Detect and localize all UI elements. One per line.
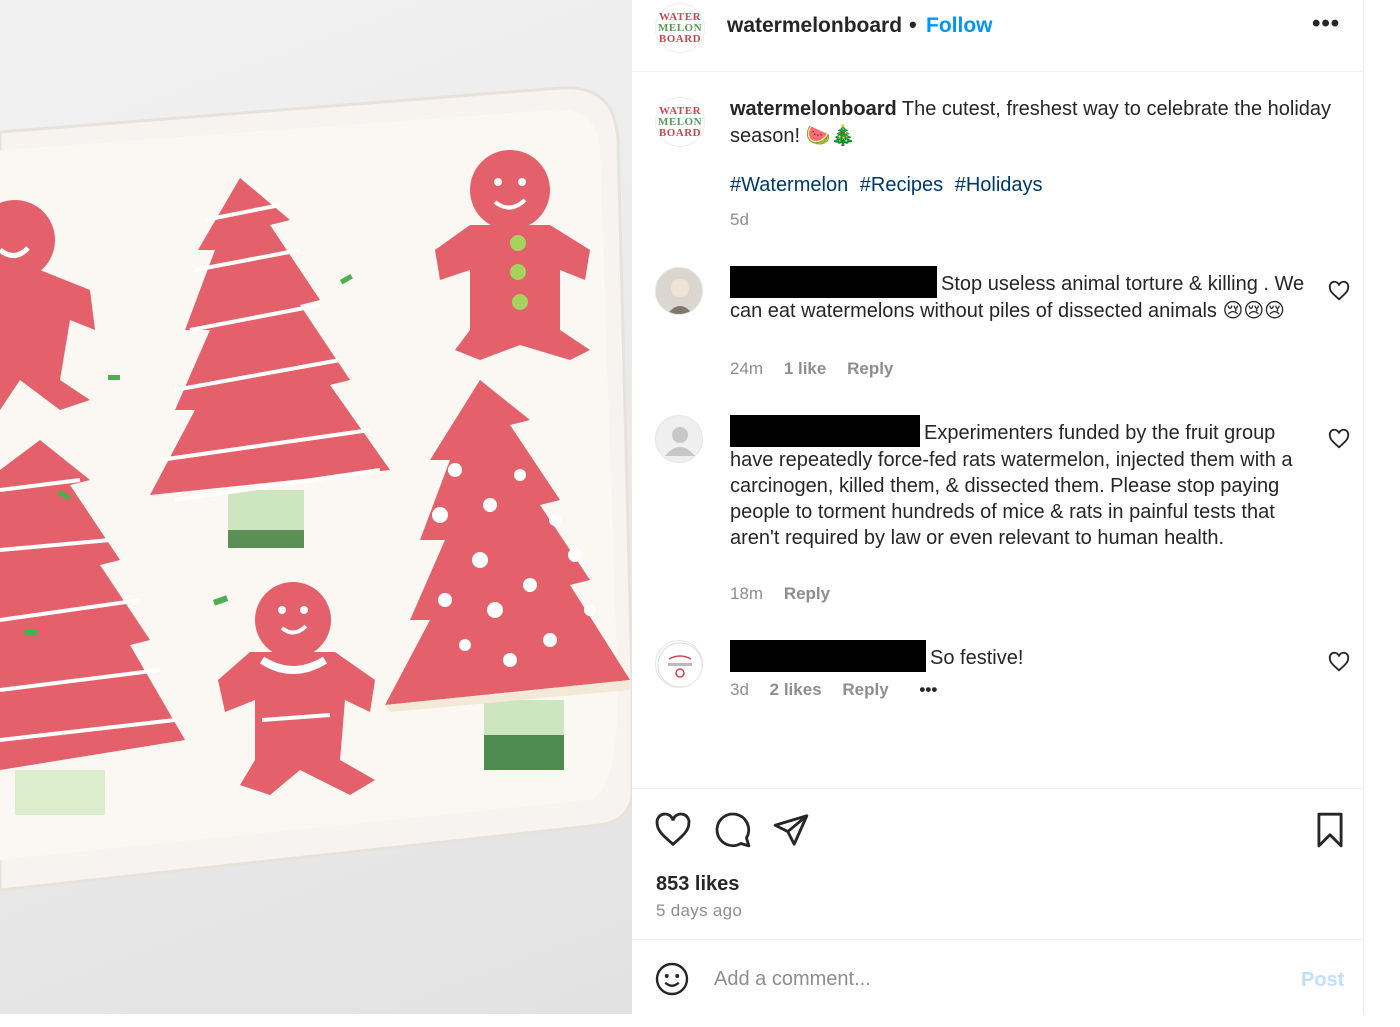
add-comment-bar: Post [632,941,1364,1014]
like-heart-icon[interactable] [654,811,692,849]
reply-button[interactable]: Reply [847,359,893,378]
comment-likes[interactable]: 2 likes [770,680,822,699]
bookmark-icon[interactable] [1311,811,1349,849]
hashtag-link[interactable]: #Recipes [860,174,943,196]
redacted-username [730,640,926,672]
comment-like-heart-icon[interactable] [1328,280,1350,302]
redacted-username [730,415,920,447]
follow-button[interactable]: Follow [926,14,993,38]
comment-meta: 3d 2 likes Reply ••• [730,680,953,700]
comment-text: So festive! [930,647,1024,669]
comment-like-heart-icon[interactable] [1328,651,1350,673]
hashtag-link[interactable]: #Holidays [955,174,1043,196]
reply-button[interactable]: Reply [842,680,888,699]
post-comment-button[interactable]: Post [1301,969,1344,992]
logo-text-2: MELON [657,115,703,128]
author-avatar[interactable]: WATER MELON BOARD [655,3,705,53]
comment-body: Experimenters funded by the fruit group … [730,415,1308,551]
comment-time: 3d [730,680,749,699]
avatar-photo [656,268,702,314]
comment-time: 18m [730,584,764,603]
comment-body: Stop useless animal torture & killing . … [730,266,1308,324]
post-caption: watermelonboard The cutest, freshest way… [730,96,1340,150]
commenter-avatar[interactable] [655,640,703,688]
logo-text-1: WATER [658,10,702,23]
logo-text-3: BOARD [658,126,702,139]
post-age: 5 days ago [656,901,743,920]
commenter-avatar[interactable] [655,267,703,315]
author-username[interactable]: watermelonboard [727,14,902,38]
more-options-icon[interactable]: ••• [1312,10,1340,38]
redacted-username [730,266,937,298]
caption-avatar[interactable]: WATER MELON BOARD [655,97,705,147]
hashtag-list: #Watermelon #Recipes #Holidays [730,174,1049,197]
watermelon-holiday-image [0,86,632,892]
likes-count[interactable]: 853 likes [656,873,739,896]
logo-text-1: WATER [658,104,702,117]
comment-body: So festive! [730,640,1308,672]
comment-like-heart-icon[interactable] [1328,428,1350,450]
post-panel: WATER MELON BOARD watermelonboard • Foll… [632,0,1364,1014]
reply-button[interactable]: Reply [784,584,830,603]
post-header: WATER MELON BOARD watermelonboard • Foll… [632,0,1364,72]
avatar-logo-image [657,642,702,687]
comment-input[interactable] [714,959,1274,999]
emoji-icon[interactable] [654,961,690,997]
post-actions: 853 likes 5 days ago [632,788,1364,940]
post-photo [0,0,632,1014]
comment-icon[interactable] [714,811,752,849]
comment-time: 24m [730,359,764,378]
default-avatar-icon [656,416,702,462]
hashtag-link[interactable]: #Watermelon [730,174,848,196]
comment-more-icon[interactable]: ••• [919,680,937,699]
separator-dot: • [909,12,917,37]
caption-timestamp: 5d [730,210,749,229]
commenter-avatar[interactable] [655,415,703,463]
comment-likes[interactable]: 1 like [784,359,827,378]
share-icon[interactable] [772,811,810,849]
logo-text-3: BOARD [658,32,702,45]
caption-username[interactable]: watermelonboard [730,98,897,120]
logo-text-2: MELON [657,21,703,34]
comment-meta: 24m 1 like Reply [730,359,909,379]
comment-meta: 18m Reply [730,584,846,604]
